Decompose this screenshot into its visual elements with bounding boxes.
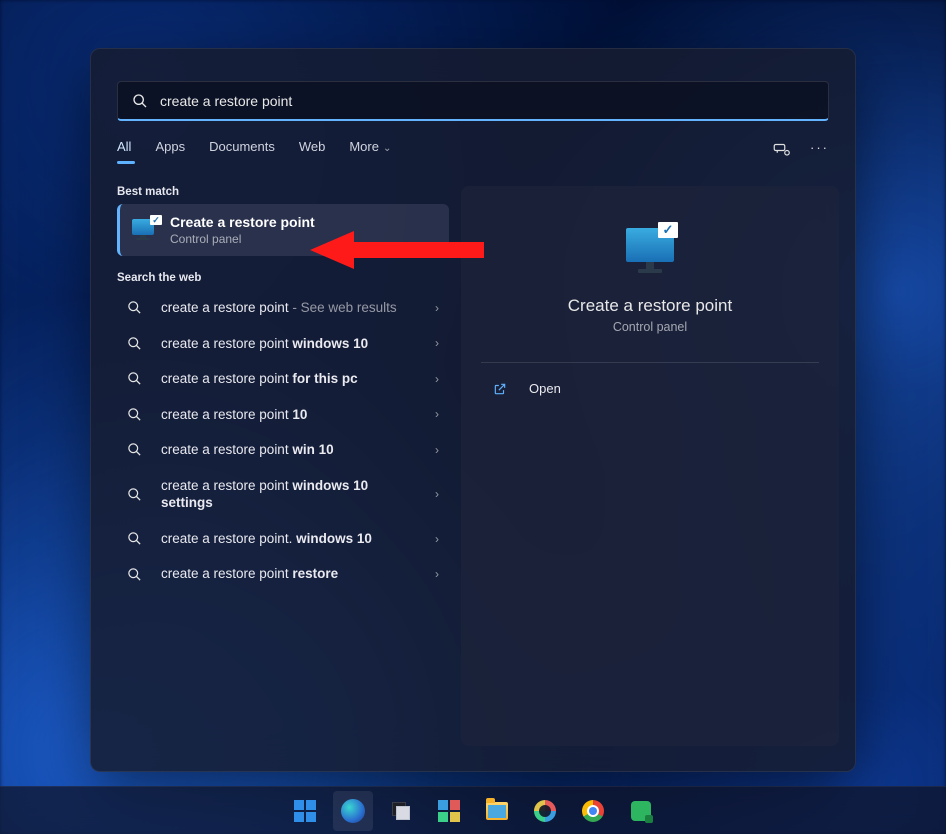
preview-title: Create a restore point — [568, 296, 732, 316]
search-icon — [127, 300, 147, 315]
chrome-icon — [582, 800, 604, 822]
search-icon — [127, 336, 147, 351]
web-result-label: create a restore point win 10 — [161, 441, 421, 459]
chevron-right-icon: › — [435, 532, 443, 546]
search-icon — [127, 371, 147, 386]
filter-tabs: All Apps Documents Web More ⌄ ··· — [91, 121, 855, 170]
taskbar-search-button[interactable] — [333, 791, 373, 831]
search-icon — [132, 93, 148, 109]
search-icon — [127, 487, 147, 502]
web-result-item[interactable]: create a restore point for this pc › — [117, 361, 449, 397]
task-view-icon — [390, 800, 412, 822]
web-result-label: create a restore point restore — [161, 565, 421, 583]
best-match-title: Create a restore point — [170, 214, 315, 230]
tab-web[interactable]: Web — [299, 139, 326, 162]
search-web-label: Search the web — [117, 272, 449, 284]
tab-all[interactable]: All — [117, 139, 131, 162]
preview-subtitle: Control panel — [613, 320, 687, 334]
search-orb-icon — [341, 799, 365, 823]
chevron-right-icon: › — [435, 567, 443, 581]
spinner-app-icon — [534, 800, 556, 822]
start-search-panel: All Apps Documents Web More ⌄ ··· Best ma… — [90, 48, 856, 772]
search-icon — [127, 567, 147, 582]
best-match-subtitle: Control panel — [170, 232, 315, 246]
green-app-button[interactable] — [621, 791, 661, 831]
folder-icon — [486, 802, 508, 820]
org-search-icon[interactable] — [772, 140, 790, 161]
web-result-item[interactable]: create a restore point - See web results… — [117, 290, 449, 326]
file-explorer-button[interactable] — [477, 791, 517, 831]
preview-pane: ✓ Create a restore point Control panel O… — [461, 186, 839, 746]
search-input[interactable] — [160, 93, 814, 109]
control-panel-icon: ✓ — [622, 222, 678, 278]
web-result-label: create a restore point for this pc — [161, 370, 421, 388]
web-result-item[interactable]: create a restore point 10 › — [117, 397, 449, 433]
tab-documents[interactable]: Documents — [209, 139, 275, 162]
tab-more[interactable]: More ⌄ — [349, 139, 391, 162]
chevron-right-icon: › — [435, 443, 443, 457]
best-match-label: Best match — [117, 186, 449, 198]
web-result-label: create a restore point - See web results — [161, 299, 421, 317]
chevron-right-icon: › — [435, 301, 443, 315]
app-button-spinner[interactable] — [525, 791, 565, 831]
chevron-down-icon: ⌄ — [383, 143, 391, 154]
green-app-icon — [631, 801, 651, 821]
search-icon — [127, 442, 147, 457]
more-options-icon[interactable]: ··· — [810, 140, 829, 161]
chevron-right-icon: › — [435, 372, 443, 386]
open-icon — [493, 382, 509, 396]
widgets-icon — [438, 800, 460, 822]
web-result-item[interactable]: create a restore point windows 10 settin… — [117, 468, 449, 521]
search-icon — [127, 531, 147, 546]
web-result-label: create a restore point 10 — [161, 406, 421, 424]
web-result-item[interactable]: create a restore point. windows 10 › — [117, 521, 449, 557]
chrome-button[interactable] — [573, 791, 613, 831]
web-result-label: create a restore point windows 10 settin… — [161, 477, 421, 512]
search-box[interactable] — [117, 81, 829, 121]
results-list: Best match ✓ Create a restore point Cont… — [117, 170, 449, 746]
web-result-item[interactable]: create a restore point win 10 › — [117, 432, 449, 468]
start-button[interactable] — [285, 791, 325, 831]
chevron-right-icon: › — [435, 487, 443, 501]
web-result-label: create a restore point windows 10 — [161, 335, 421, 353]
search-icon — [127, 407, 147, 422]
tab-more-label: More — [349, 139, 379, 154]
windows-logo-icon — [294, 800, 316, 822]
widgets-button[interactable] — [429, 791, 469, 831]
open-action[interactable]: Open — [479, 377, 821, 400]
web-result-item[interactable]: create a restore point restore › — [117, 556, 449, 592]
chevron-right-icon: › — [435, 336, 443, 350]
task-view-button[interactable] — [381, 791, 421, 831]
web-result-item[interactable]: create a restore point windows 10 › — [117, 326, 449, 362]
tab-apps[interactable]: Apps — [155, 139, 185, 162]
open-label: Open — [529, 381, 561, 396]
chevron-right-icon: › — [435, 407, 443, 421]
divider — [481, 362, 819, 363]
taskbar — [0, 786, 946, 834]
best-match-result[interactable]: ✓ Create a restore point Control panel — [117, 204, 449, 256]
web-result-label: create a restore point. windows 10 — [161, 530, 421, 548]
control-panel-icon: ✓ — [132, 219, 158, 241]
